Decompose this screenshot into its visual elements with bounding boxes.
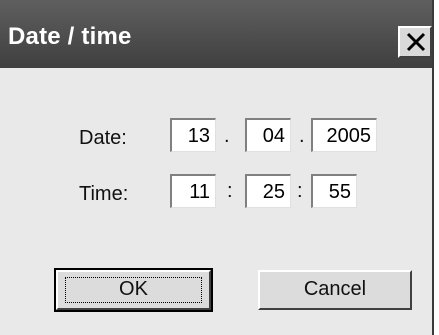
ok-button[interactable]: OK (54, 268, 213, 312)
ok-button-label: OK (119, 278, 148, 300)
date-time-dialog: Date / time Date: 13 . 04 . 2005 Time: 1… (0, 0, 434, 335)
close-icon (406, 32, 426, 52)
date-year-field[interactable]: 2005 (311, 118, 377, 152)
time-separator-1: : (227, 180, 233, 202)
time-hour-field[interactable]: 11 (170, 174, 216, 208)
date-label: Date: (79, 127, 127, 149)
time-minute-field[interactable]: 25 (245, 174, 291, 208)
time-second-field[interactable]: 55 (311, 174, 357, 208)
cancel-button-label: Cancel (303, 278, 367, 300)
date-month-field[interactable]: 04 (245, 118, 291, 152)
time-label: Time: (79, 183, 129, 205)
date-day-field[interactable]: 13 (170, 118, 216, 152)
window-title: Date / time (8, 23, 132, 50)
close-button[interactable] (398, 26, 432, 58)
date-separator-1: . (224, 125, 230, 147)
cancel-button[interactable]: Cancel (258, 270, 412, 310)
title-bar: Date / time (0, 0, 432, 68)
date-separator-2: . (299, 125, 305, 147)
time-separator-2: : (297, 180, 303, 202)
